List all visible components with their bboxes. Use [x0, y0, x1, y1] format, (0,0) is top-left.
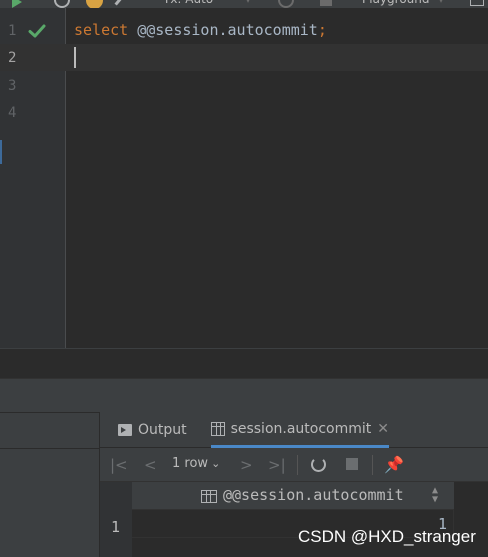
sql-keyword: select [74, 21, 129, 39]
column-icon [201, 490, 217, 503]
pin-icon[interactable]: 📌 [384, 455, 404, 474]
gutter-marker [0, 140, 2, 164]
text-cursor [74, 47, 76, 68]
sql-expression: @@session.autocommit [137, 21, 318, 39]
editor-toolbar: Tx: Auto ▾ Playground ▾ [0, 0, 488, 8]
watermark: CSDN @HXD_stranger [298, 527, 476, 546]
refresh-icon[interactable] [311, 457, 326, 472]
rows-count-label: 1 row [172, 456, 209, 471]
stop-icon[interactable] [320, 0, 332, 6]
chevron-down-icon[interactable]: ▾ [438, 0, 444, 8]
chevron-down-icon: ⌄ [211, 457, 221, 470]
previous-page-icon[interactable]: < [144, 456, 157, 474]
line-number: 4 [8, 105, 17, 121]
line-number: 2 [8, 50, 17, 66]
warning-icon[interactable] [86, 0, 103, 8]
sql-terminator: ; [317, 21, 327, 39]
services-tree-header [0, 413, 99, 449]
column-name: @@session.autocommit [223, 486, 404, 504]
rows-count-select[interactable]: 1 row ⌄ [172, 456, 220, 471]
sort-icon[interactable]: ▲ ▼ [432, 486, 438, 505]
grid-icon[interactable] [470, 0, 484, 6]
tab-result-label: session.autocommit [230, 420, 372, 437]
panel-divider[interactable] [0, 378, 488, 412]
services-tree[interactable] [0, 412, 99, 557]
check-icon [28, 24, 46, 38]
line-number: 1 [8, 23, 17, 39]
history-icon[interactable] [54, 0, 70, 8]
results-navbar: |< < 1 row ⌄ > >| 📌 [100, 449, 488, 481]
tx-mode-select[interactable]: Tx: Auto [163, 0, 213, 8]
console-select[interactable]: Playground [362, 0, 429, 8]
tab-result[interactable]: session.autocommit ✕ [211, 412, 389, 448]
results-tabbar: Output session.autocommit ✕ [100, 412, 488, 448]
first-page-icon[interactable]: |< [110, 456, 128, 474]
toolbar-separator [372, 455, 373, 475]
line-number: 3 [8, 78, 17, 94]
chevron-down-icon[interactable]: ▾ [245, 0, 251, 8]
pencil-icon[interactable] [114, 0, 125, 6]
last-page-icon[interactable]: >| [268, 456, 286, 474]
table-icon [211, 421, 225, 436]
stop-icon[interactable] [346, 458, 358, 470]
close-icon[interactable]: ✕ [377, 421, 389, 437]
code-line-1[interactable]: select @@session.autocommit; [74, 21, 327, 39]
next-page-icon[interactable]: > [240, 456, 253, 474]
output-icon [118, 424, 132, 436]
tab-output[interactable]: Output [118, 412, 187, 448]
rollback-icon[interactable] [278, 0, 294, 8]
run-icon[interactable] [12, 0, 22, 8]
row-number: 1 [111, 518, 121, 536]
current-line-highlight [66, 44, 488, 71]
tab-output-label: Output [138, 422, 187, 438]
column-header[interactable]: @@session.autocommit ▲ ▼ [132, 482, 454, 510]
toolbar-separator [297, 455, 298, 475]
editor-scroll-area [0, 348, 488, 378]
